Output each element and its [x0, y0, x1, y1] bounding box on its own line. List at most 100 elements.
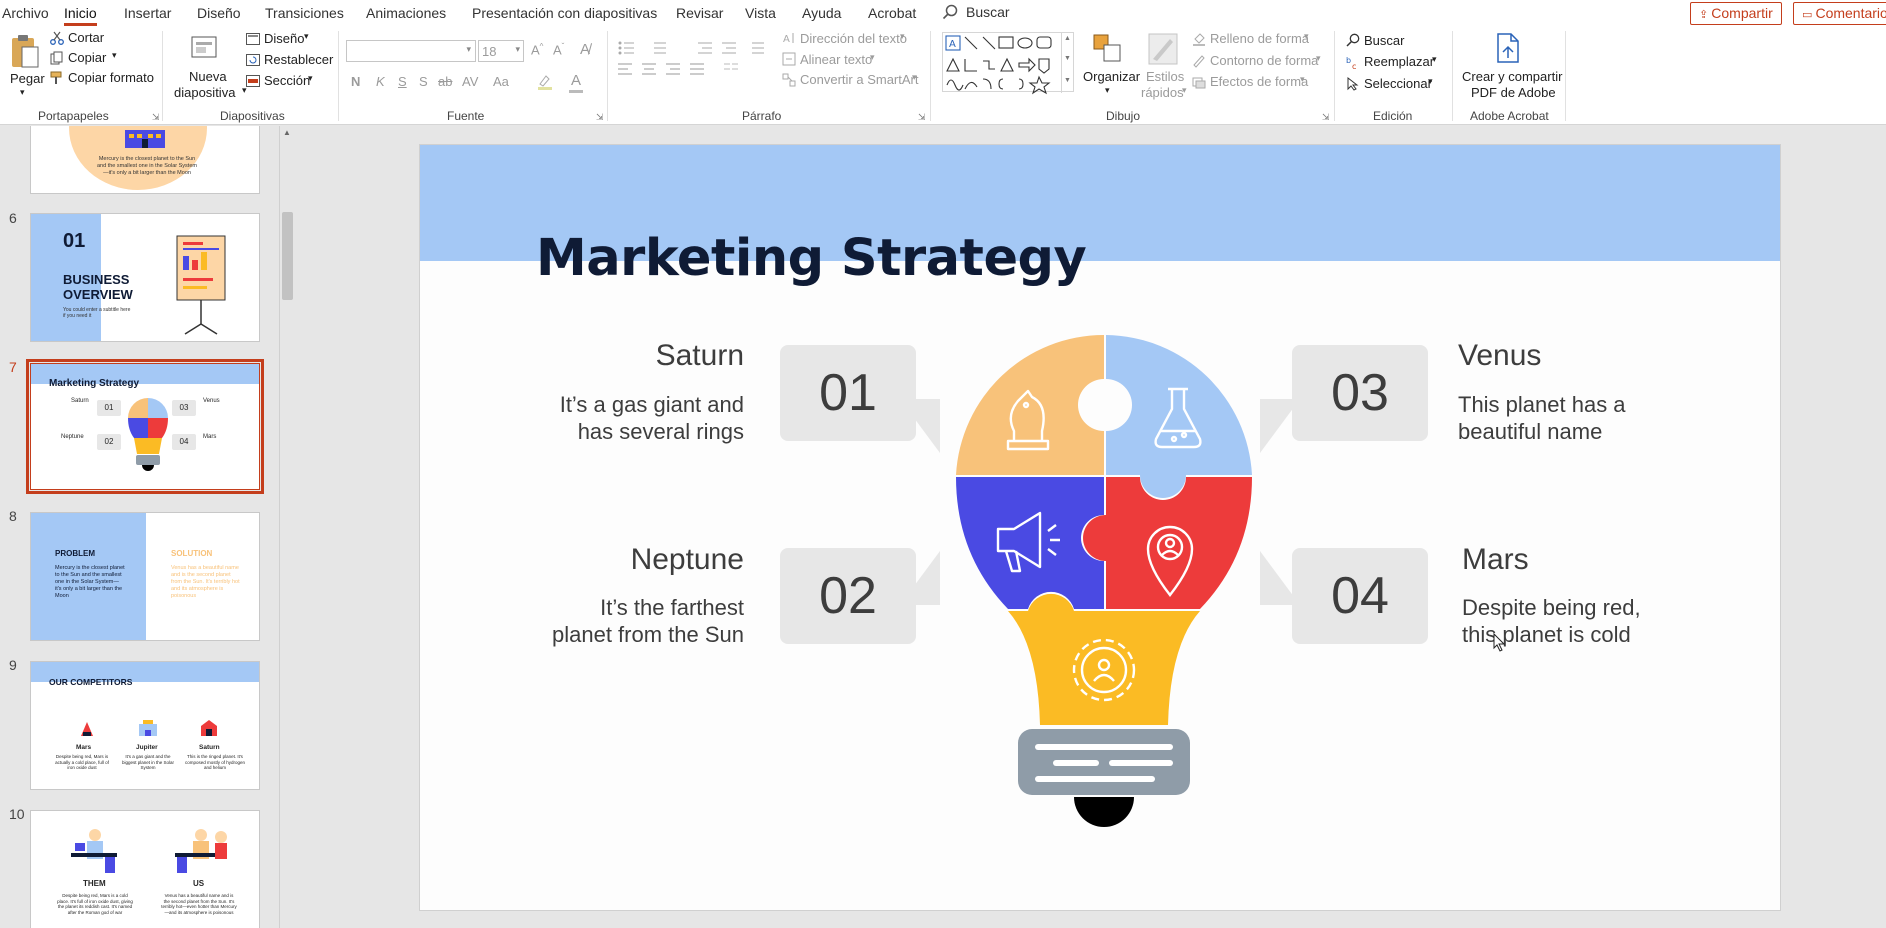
item-desc-neptune[interactable]: It’s the farthest planet from the Sun [480, 594, 744, 648]
align-text-button[interactable]: Alinear texto [800, 52, 872, 67]
smartart-dropdown-icon[interactable]: ▾ [912, 72, 917, 83]
text-direction-button[interactable]: Dirección del texto [800, 31, 907, 46]
thumb10-right-text: Venus has a beautiful name and is the se… [161, 893, 237, 915]
tab-inicio[interactable]: Inicio [64, 5, 97, 26]
tab-acrobat[interactable]: Acrobat [868, 5, 916, 21]
tab-ayuda[interactable]: Ayuda [802, 5, 841, 21]
section-button[interactable]: Sección [264, 73, 310, 88]
clipboard-launcher-icon[interactable]: ⇲ [152, 112, 160, 123]
scroll-up-icon[interactable]: ▲ [283, 128, 291, 137]
smartart-icon [782, 73, 796, 87]
item-name-venus[interactable]: Venus [1458, 339, 1541, 373]
select-button[interactable]: Seleccionar [1364, 76, 1432, 91]
slide-number-9: 9 [9, 657, 17, 673]
slide-thumbnail-7-selected[interactable]: Marketing Strategy 01 02 03 04 Saturn Ne… [26, 359, 264, 494]
highlight-icon[interactable] [536, 74, 554, 90]
change-case-button[interactable]: Aa [493, 74, 509, 89]
drawing-launcher-icon[interactable]: ⇲ [1322, 112, 1330, 123]
text-direction-dropdown-icon[interactable]: ▾ [900, 31, 905, 42]
share-button[interactable]: ⇪ Compartir [1690, 2, 1782, 25]
slide-thumbnail-pane[interactable]: Mercury is the closest planet to the Sun… [0, 126, 296, 928]
thumb9-text-1: Despite being red, Mars is actually a co… [55, 754, 109, 770]
create-pdf-label-2: PDF de Adobe [1471, 85, 1556, 100]
strikethrough-button[interactable]: ab [438, 74, 452, 89]
number-box-01[interactable]: 01 [780, 345, 916, 441]
tab-insertar[interactable]: Insertar [124, 5, 171, 21]
tab-animaciones[interactable]: Animaciones [366, 5, 446, 21]
shadow-button[interactable]: S [419, 74, 428, 89]
layout-button[interactable]: Diseño [264, 31, 304, 46]
thumb9-text-2: It's a gas giant and the biggest planet … [121, 754, 175, 770]
replace-icon: bc [1346, 56, 1356, 71]
tab-diseno[interactable]: Diseño [197, 5, 241, 21]
saturn-desc-line-1: It’s a gas giant and [559, 392, 744, 417]
search-box[interactable]: Buscar [942, 4, 1010, 20]
item-desc-venus[interactable]: This planet has a beautiful name [1458, 391, 1718, 445]
slide-thumbnail-8[interactable]: PROBLEM Mercury is the closest planet to… [30, 512, 260, 641]
number-box-03[interactable]: 03 [1292, 345, 1428, 441]
font-name-combobox[interactable]: ▾ [346, 40, 476, 62]
font-launcher-icon[interactable]: ⇲ [596, 112, 604, 123]
replace-button[interactable]: Reemplazar [1364, 54, 1434, 69]
lightbulb-puzzle[interactable] [956, 334, 1256, 827]
cut-button[interactable]: Cortar [68, 30, 104, 45]
find-button[interactable]: Buscar [1364, 33, 1404, 48]
tab-presentacion[interactable]: Presentación con diapositivas [472, 5, 657, 21]
slide-thumbnail-5[interactable]: Mercury is the closest planet to the Sun… [30, 126, 260, 194]
shape-effects-button[interactable]: Efectos de forma [1210, 74, 1308, 89]
shape-outline-button[interactable]: Contorno de forma [1210, 53, 1318, 68]
slide-thumbnail-9[interactable]: OUR COMPETITORS Mars Jupiter Saturn Desp… [30, 661, 260, 790]
shape-fill-dropdown-icon[interactable]: ▾ [1304, 31, 1309, 42]
slide-thumbnail-6[interactable]: 01 BUSINESS OVERVIEW You could enter a s… [30, 213, 260, 342]
clear-format-icon[interactable]: A̸ [580, 41, 590, 58]
replace-dropdown-icon[interactable]: ▾ [1432, 54, 1437, 65]
tab-archivo[interactable]: Archivo [2, 5, 49, 21]
item-name-saturn[interactable]: Saturn [500, 339, 744, 373]
increase-font-icon[interactable]: A^ [531, 42, 543, 57]
tab-vista[interactable]: Vista [745, 5, 776, 21]
gallery-scroll[interactable]: ▲ ▼ ▼ [1061, 33, 1073, 93]
paragraph-launcher-icon[interactable]: ⇲ [918, 112, 926, 123]
shapes-gallery-icons: A [945, 35, 1052, 95]
italic-button[interactable]: K [376, 74, 385, 89]
arrange-label: Organizar [1083, 69, 1141, 84]
comments-button[interactable]: ▭ Comentarios [1793, 2, 1886, 25]
thumbnail-pane-scrollbar[interactable]: ▲ [279, 126, 294, 928]
font-color-icon[interactable]: A [571, 72, 581, 89]
thumb6-title-2: OVERVIEW [63, 287, 133, 302]
shape-fill-button[interactable]: Relleno de forma [1210, 31, 1309, 46]
bold-button[interactable]: N [351, 74, 360, 89]
copy-dropdown-icon[interactable]: ▾ [112, 50, 117, 61]
shape-outline-dropdown-icon[interactable]: ▾ [1316, 53, 1321, 64]
item-name-neptune[interactable]: Neptune [500, 543, 744, 577]
gallery-more-icon[interactable]: ▼ [1064, 77, 1071, 84]
format-painter-button[interactable]: Copiar formato [68, 70, 154, 85]
section-dropdown-icon[interactable]: ▾ [308, 73, 313, 84]
presentation-board-icon [176, 235, 226, 335]
gallery-down-icon[interactable]: ▼ [1064, 55, 1071, 62]
shape-effects-dropdown-icon[interactable]: ▾ [1300, 74, 1305, 85]
char-spacing-button[interactable]: AV [462, 74, 478, 89]
layout-dropdown-icon[interactable]: ▾ [304, 31, 309, 42]
font-size-dropdown-icon: ▾ [515, 44, 520, 54]
convert-smartart-button[interactable]: Convertir a SmartArt [800, 72, 918, 87]
gallery-up-icon[interactable]: ▲ [1064, 35, 1071, 42]
reset-button[interactable]: Restablecer [264, 52, 333, 67]
tab-revisar[interactable]: Revisar [676, 5, 723, 21]
slide-thumbnail-10[interactable]: THEM US Despite being red, Mars is a col… [30, 810, 260, 928]
number-box-04[interactable]: 04 [1292, 548, 1428, 644]
align-text-dropdown-icon[interactable]: ▾ [870, 52, 875, 63]
shapes-gallery[interactable]: A ▲ ▼ ▼ [942, 32, 1074, 95]
underline-button[interactable]: S [398, 74, 407, 89]
copy-button[interactable]: Copiar [68, 50, 106, 65]
align-buttons-icons[interactable] [618, 62, 748, 76]
slide-canvas[interactable]: Marketing Strategy 01 02 03 04 Saturn It… [420, 145, 1780, 910]
number-box-02[interactable]: 02 [780, 548, 916, 644]
decrease-font-icon[interactable]: Aˇ [553, 42, 564, 57]
item-desc-saturn[interactable]: It’s a gas giant and has several rings [480, 391, 744, 445]
font-size-combobox[interactable]: 18 ▾ [478, 40, 524, 62]
scrollbar-thumb[interactable] [282, 212, 293, 300]
item-name-mars[interactable]: Mars [1462, 543, 1529, 577]
tab-transiciones[interactable]: Transiciones [265, 5, 344, 21]
select-dropdown-icon[interactable]: ▾ [1428, 76, 1433, 87]
